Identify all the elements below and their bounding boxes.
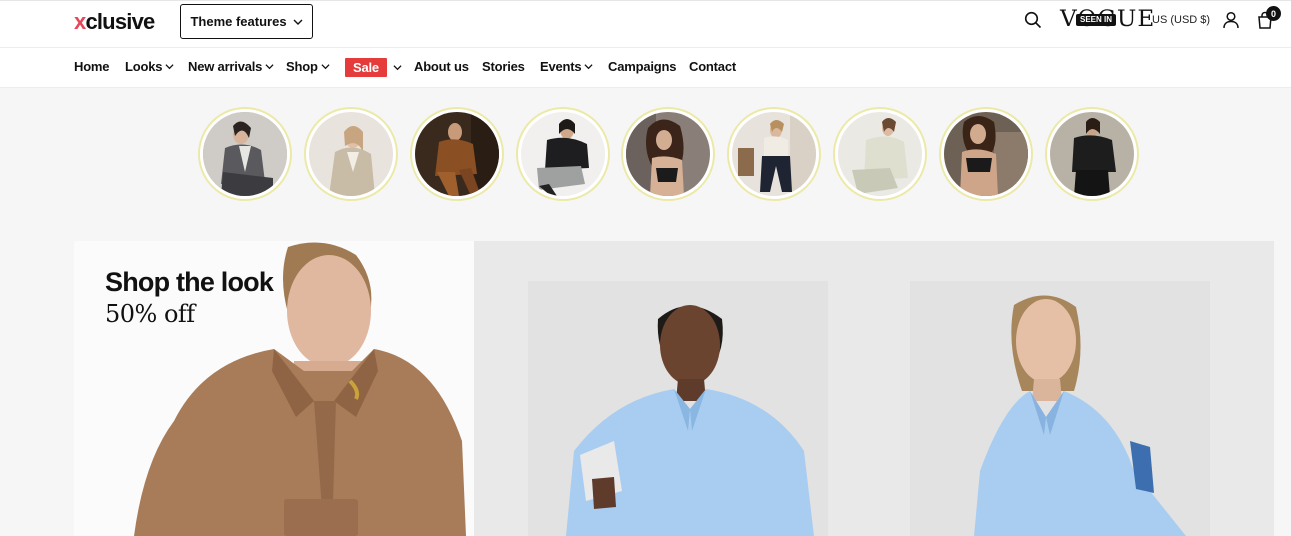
theme-features-button[interactable]: Theme features bbox=[180, 4, 313, 39]
nav-item-new-arrivals[interactable]: New arrivals bbox=[188, 59, 274, 74]
nav-item-sale[interactable]: Sale bbox=[345, 58, 402, 77]
search-icon[interactable] bbox=[1024, 11, 1042, 29]
nav-label: Shop bbox=[286, 59, 318, 74]
story-image bbox=[1050, 112, 1134, 196]
currency-selector[interactable]: US (USD $) bbox=[1152, 14, 1210, 26]
chevron-down-icon bbox=[321, 64, 330, 70]
story-circle[interactable] bbox=[621, 107, 715, 201]
hero-models-image bbox=[474, 241, 1274, 536]
main-nav: Home Looks New arrivals Shop Sale About … bbox=[0, 48, 1291, 88]
story-image bbox=[838, 112, 922, 196]
hero-campaign-image[interactable] bbox=[474, 241, 1274, 536]
story-image bbox=[415, 112, 499, 196]
nav-item-shop[interactable]: Shop bbox=[286, 59, 330, 74]
story-circle[interactable] bbox=[1045, 107, 1139, 201]
chevron-down-icon bbox=[584, 64, 593, 70]
nav-item-about-us[interactable]: About us bbox=[414, 59, 469, 74]
nav-label: Home bbox=[74, 59, 110, 74]
nav-item-contact[interactable]: Contact bbox=[689, 59, 736, 74]
story-carousel bbox=[0, 88, 1291, 228]
story-image bbox=[203, 112, 287, 196]
story-circle[interactable] bbox=[304, 107, 398, 201]
hero-shop-the-look[interactable]: Shop the look 50% off bbox=[74, 241, 474, 536]
story-image bbox=[626, 112, 710, 196]
nav-item-events[interactable]: Events bbox=[540, 59, 593, 74]
story-image bbox=[521, 112, 605, 196]
user-icon[interactable] bbox=[1222, 11, 1240, 29]
story-image bbox=[309, 112, 393, 196]
sale-badge: Sale bbox=[345, 58, 387, 77]
nav-label: Looks bbox=[125, 59, 163, 74]
logo-text: clusive bbox=[85, 9, 155, 34]
chevron-down-icon bbox=[165, 64, 174, 70]
story-circle[interactable] bbox=[939, 107, 1033, 201]
nav-item-looks[interactable]: Looks bbox=[125, 59, 174, 74]
chevron-down-icon bbox=[293, 19, 303, 25]
story-circle[interactable] bbox=[410, 107, 504, 201]
chevron-down-icon bbox=[265, 64, 274, 70]
nav-label: Stories bbox=[482, 59, 525, 74]
story-circle[interactable] bbox=[516, 107, 610, 201]
nav-label: About us bbox=[414, 59, 469, 74]
nav-item-stories[interactable]: Stories bbox=[482, 59, 525, 74]
nav-label: Contact bbox=[689, 59, 736, 74]
chevron-down-icon bbox=[393, 65, 402, 71]
press-badge: SEEN IN bbox=[1076, 14, 1117, 26]
nav-label: New arrivals bbox=[188, 59, 263, 74]
story-image bbox=[944, 112, 1028, 196]
nav-item-campaigns[interactable]: Campaigns bbox=[608, 59, 676, 74]
logo-mark: x bbox=[74, 9, 86, 34]
hero-title: Shop the look bbox=[105, 267, 274, 297]
theme-features-label: Theme features bbox=[190, 14, 287, 29]
nav-item-home[interactable]: Home bbox=[74, 59, 110, 74]
story-circle[interactable] bbox=[833, 107, 927, 201]
story-circle[interactable] bbox=[727, 107, 821, 201]
cart-count-badge: 0 bbox=[1266, 6, 1281, 21]
press-logo: VOGUE SEEN IN bbox=[1060, 8, 1154, 32]
hero-subtitle: 50% off bbox=[105, 300, 195, 328]
top-header: xclusive Theme features VOGUE SEEN IN US… bbox=[0, 0, 1291, 48]
nav-label: Events bbox=[540, 59, 582, 74]
site-logo[interactable]: xclusive bbox=[74, 9, 155, 34]
nav-label: Campaigns bbox=[608, 59, 677, 74]
story-image bbox=[732, 112, 816, 196]
story-circle[interactable] bbox=[198, 107, 292, 201]
